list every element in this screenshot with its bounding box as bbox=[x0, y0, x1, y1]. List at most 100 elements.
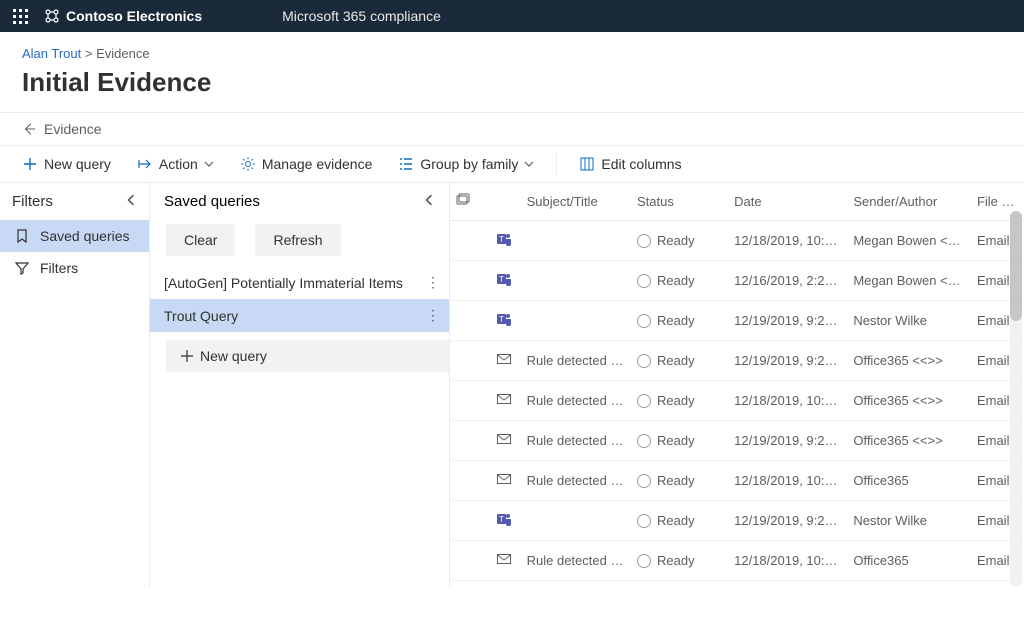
table-row[interactable]: TReady12/19/2019, 9:22…Nestor Wilke Emai… bbox=[450, 501, 1024, 541]
manage-evidence-button[interactable]: Manage evidence bbox=[236, 152, 377, 176]
page-header: Alan Trout > Evidence Initial Evidence bbox=[0, 32, 1024, 113]
row-subject: Rule detected … bbox=[521, 541, 631, 581]
row-sender: Megan Bowen <… bbox=[847, 221, 971, 261]
results-scroll[interactable]: Subject/Title Status Date Sender/Author … bbox=[450, 183, 1024, 587]
row-select[interactable] bbox=[450, 581, 488, 588]
row-select[interactable] bbox=[450, 261, 488, 301]
page-title: Initial Evidence bbox=[22, 67, 1002, 98]
svg-text:T: T bbox=[499, 315, 504, 324]
table-header-row: Subject/Title Status Date Sender/Author … bbox=[450, 183, 1024, 221]
row-sender: Office365 <<>> bbox=[847, 381, 971, 421]
row-subject: Rule detected … bbox=[521, 421, 631, 461]
row-select[interactable] bbox=[450, 301, 488, 341]
edit-columns-label: Edit columns bbox=[601, 156, 681, 172]
table-row[interactable]: TReady12/19/2019, 9:21…Nestor Wilke Emai… bbox=[450, 301, 1024, 341]
row-subject: Rule detected … bbox=[521, 381, 631, 421]
table-row[interactable]: Rule detected …Ready12/18/2019, 10:2…Off… bbox=[450, 381, 1024, 421]
query-item-more-button[interactable]: ⋮ bbox=[423, 307, 443, 324]
filters-item-saved-queries[interactable]: Saved queries bbox=[0, 220, 149, 252]
row-sender: Megan Bowen <… bbox=[847, 261, 971, 301]
scrollbar-thumb[interactable] bbox=[1010, 211, 1022, 321]
select-all-header[interactable] bbox=[450, 183, 488, 221]
new-query-inline-label: New query bbox=[200, 348, 267, 364]
row-type-icon: W bbox=[488, 581, 521, 588]
refresh-button[interactable]: Refresh bbox=[255, 224, 340, 256]
select-all-icon bbox=[456, 193, 470, 207]
teams-icon: T bbox=[496, 311, 512, 327]
row-select[interactable] bbox=[450, 421, 488, 461]
table-row[interactable]: Rule detected …Ready12/19/2019, 9:23…Off… bbox=[450, 341, 1024, 381]
back-link[interactable]: Evidence bbox=[22, 121, 102, 137]
query-item[interactable]: [AutoGen] Potentially Immaterial Items ⋮ bbox=[150, 266, 449, 299]
table-row[interactable]: TReady12/18/2019, 10:2…Megan Bowen <…Ema… bbox=[450, 221, 1024, 261]
chevron-down-icon bbox=[524, 159, 534, 169]
chevron-left-icon bbox=[125, 194, 137, 206]
row-date: 12/18/2019, 10:2… bbox=[728, 541, 847, 581]
row-type-icon: T bbox=[488, 301, 521, 341]
action-button[interactable]: Action bbox=[133, 152, 218, 176]
row-sender: Office365 bbox=[847, 541, 971, 581]
table-row[interactable]: Rule detected …Ready12/19/2019, 9:23…Off… bbox=[450, 421, 1024, 461]
query-item-label: [AutoGen] Potentially Immaterial Items bbox=[164, 275, 403, 291]
arrow-left-icon bbox=[22, 122, 36, 136]
status-circle-icon bbox=[637, 434, 651, 448]
filters-item-filters[interactable]: Filters bbox=[0, 252, 149, 284]
group-by-family-button[interactable]: Group by family bbox=[394, 152, 538, 176]
row-subject: Alan Trout Onl… bbox=[521, 581, 631, 588]
row-subject: Rule detected … bbox=[521, 341, 631, 381]
row-type-icon bbox=[488, 341, 521, 381]
sender-header[interactable]: Sender/Author bbox=[847, 183, 971, 221]
date-header[interactable]: Date bbox=[728, 183, 847, 221]
results-table: Subject/Title Status Date Sender/Author … bbox=[450, 183, 1024, 587]
query-item-more-button[interactable]: ⋮ bbox=[423, 274, 443, 291]
row-select[interactable] bbox=[450, 381, 488, 421]
collapse-queries-button[interactable] bbox=[423, 193, 435, 210]
row-sender: Office365 <<>> bbox=[847, 341, 971, 381]
org-logo-icon bbox=[44, 8, 60, 24]
table-row[interactable]: WAlan Trout Onl…Ready12/16/2019, 11:5…Ju… bbox=[450, 581, 1024, 588]
row-type-icon: T bbox=[488, 261, 521, 301]
mail-icon bbox=[496, 551, 512, 567]
row-select[interactable] bbox=[450, 541, 488, 581]
row-sender: Julie McCoy bbox=[847, 581, 971, 588]
row-subject: Rule detected … bbox=[521, 461, 631, 501]
status-circle-icon bbox=[637, 234, 651, 248]
query-buttons: Clear Refresh bbox=[150, 220, 449, 266]
org-brand[interactable]: Contoso Electronics bbox=[44, 8, 202, 24]
command-bar: New query Action Manage evidence Group b… bbox=[0, 146, 1024, 183]
type-header bbox=[488, 183, 521, 221]
row-date: 12/18/2019, 10:2… bbox=[728, 381, 847, 421]
table-row[interactable]: Rule detected …Ready12/18/2019, 10:2…Off… bbox=[450, 461, 1024, 501]
scrollbar[interactable] bbox=[1010, 211, 1022, 587]
table-row[interactable]: Rule detected …Ready12/18/2019, 10:2…Off… bbox=[450, 541, 1024, 581]
row-date: 12/18/2019, 10:2… bbox=[728, 221, 847, 261]
breadcrumb: Alan Trout > Evidence bbox=[22, 46, 1002, 61]
main: Filters Saved queries Filters Saved quer… bbox=[0, 183, 1024, 587]
status-circle-icon bbox=[637, 394, 651, 408]
row-type-icon bbox=[488, 381, 521, 421]
table-row[interactable]: TReady12/16/2019, 2:29…Megan Bowen <…Ema… bbox=[450, 261, 1024, 301]
row-select[interactable] bbox=[450, 341, 488, 381]
query-item[interactable]: Trout Query ⋮ bbox=[150, 299, 449, 332]
row-select[interactable] bbox=[450, 461, 488, 501]
new-query-label: New query bbox=[44, 156, 111, 172]
new-query-inline-button[interactable]: New query bbox=[166, 340, 449, 372]
status-header[interactable]: Status bbox=[631, 183, 728, 221]
clear-button[interactable]: Clear bbox=[166, 224, 235, 256]
row-select[interactable] bbox=[450, 221, 488, 261]
mail-icon bbox=[496, 391, 512, 407]
row-select[interactable] bbox=[450, 501, 488, 541]
row-date: 12/16/2019, 11:5… bbox=[728, 581, 847, 588]
edit-columns-button[interactable]: Edit columns bbox=[575, 152, 685, 176]
collapse-filters-button[interactable] bbox=[125, 193, 137, 210]
row-status: Ready bbox=[631, 261, 728, 301]
breadcrumb-parent[interactable]: Alan Trout bbox=[22, 46, 81, 61]
row-status: Ready bbox=[631, 461, 728, 501]
row-date: 12/18/2019, 10:2… bbox=[728, 461, 847, 501]
new-query-button[interactable]: New query bbox=[18, 152, 115, 176]
app-launcher-icon[interactable] bbox=[6, 2, 34, 30]
subject-header[interactable]: Subject/Title bbox=[521, 183, 631, 221]
back-row: Evidence bbox=[0, 113, 1024, 146]
funnel-icon bbox=[14, 260, 30, 276]
org-name: Contoso Electronics bbox=[66, 8, 202, 24]
